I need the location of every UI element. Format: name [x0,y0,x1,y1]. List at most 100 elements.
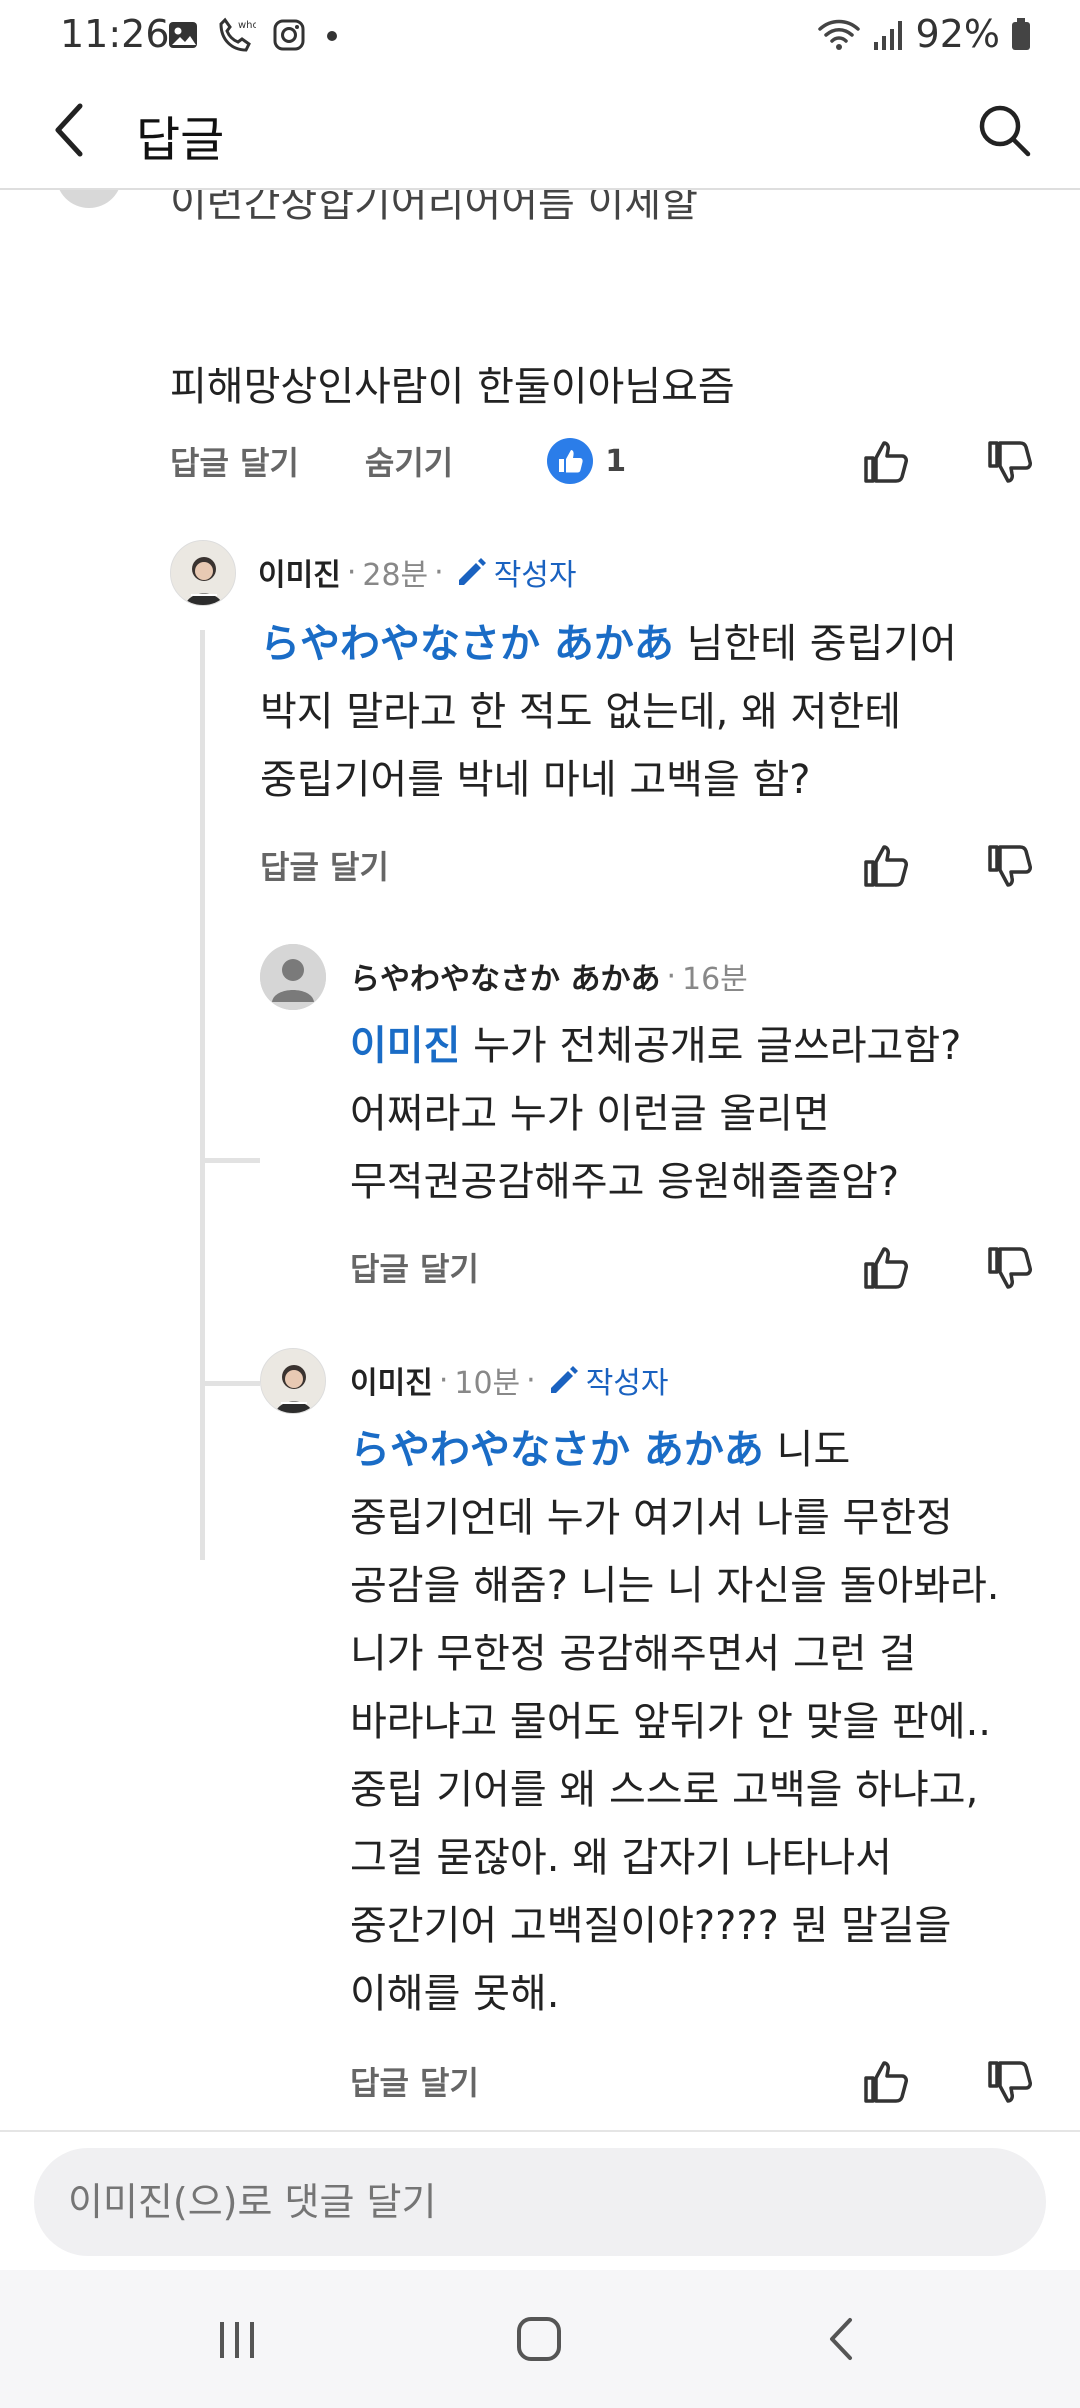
avatar[interactable] [170,540,236,606]
status-bar: 11:26 who 92% [0,0,1080,72]
avatar[interactable] [260,944,326,1010]
search-icon [979,105,1031,157]
reply-meta: 이미진 · 10분 · 작성자 [350,1358,669,1402]
mention-link[interactable]: らやわやなさか あかあ [260,621,674,667]
user-photo-icon [171,541,235,605]
reply-button[interactable]: 답글 달기 [350,2058,479,2104]
dislike-button[interactable] [980,2052,1040,2112]
parent-action-row: 답글 달기 숨기기 1 [170,426,1050,496]
header: 답글 [0,72,1080,190]
reply-line: 이미진 누가 전체공개로 글쓰라고함? [350,1012,1070,1080]
reply-line: らやわやなさか あかあ 님한테 중립기어 [260,610,1060,678]
reply-line: 그걸 묻잖아. 왜 갑자기 나타나서 [350,1835,892,1881]
user-photo-icon [261,1349,325,1413]
reply-line-text: 님한테 중립기어 [686,621,957,667]
comment-input-area [0,2130,1080,2270]
like-button[interactable] [856,836,916,896]
mention-link[interactable]: らやわやなさか あかあ [350,1427,764,1473]
phone-who-icon: who [219,17,256,52]
like-button[interactable] [856,1238,916,1298]
chevron-left-icon [55,103,83,157]
recent-apps-button[interactable] [202,2304,272,2374]
mention-link[interactable]: 이미진 [350,1023,460,1069]
hide-button[interactable]: 숨기기 [365,438,453,484]
like-button[interactable] [856,2052,916,2112]
reply-line-text: 니도 [776,1427,851,1473]
timestamp: 16분 [682,962,748,997]
separator: · [438,1362,449,1398]
reply-line-text: 누가 전체공개로 글쓰라고함? [473,1023,962,1069]
author-badge-label: 작성자 [493,558,577,593]
thumbs-up-icon [864,1247,908,1289]
reply-button[interactable]: 답글 달기 [350,1244,479,1290]
dislike-button[interactable] [980,432,1040,492]
reply-line: 무적권공감해주고 응원해줄줄암? [350,1159,900,1205]
search-button[interactable] [972,98,1036,162]
default-user-icon [260,944,326,1010]
reply-line: 중간기어 고백질이야???? 뭔 말길을 [350,1903,952,1949]
thread-line-vertical [200,630,205,1560]
battery-icon [1012,18,1030,50]
reply-action-row: 답글 달기 [260,830,389,900]
reply-action-row: 답글 달기 [350,1232,479,1302]
reply-line: 중립기어를 박네 마네 고백을 함? [260,757,811,803]
reply-text: 이미진 누가 전체공개로 글쓰라고함? 어쩌라고 누가 이런글 올리면 무적권공… [350,1012,1070,1216]
author-name[interactable]: らやわやなさか あかあ [350,954,660,998]
reply-action-row: 답글 달기 [350,2046,479,2116]
thread-line-branch-1 [200,1158,260,1163]
parent-comment-text: 피해망상인사람이 한둘이아님요즘 [170,364,735,410]
reply-line: 이해를 못해. [350,1971,560,2017]
instagram-icon [273,19,305,51]
reply-line: 바라냐고 물어도 앞뒤가 안 맞을 판에.. [350,1699,992,1745]
thumbs-down-icon [988,2061,1032,2103]
author-name[interactable]: 이미진 [258,550,341,594]
wifi-icon [817,19,860,50]
like-count: 1 [605,443,627,479]
separator: · [346,554,357,590]
thumbs-up-icon [864,2061,908,2103]
signal-icon [873,21,902,50]
reply-line: らやわやなさか あかあ 니도 [350,1416,1070,1484]
notification-icons: who [166,16,342,54]
reply-line: 공감을 해줌? 니는 니 자신을 돌아봐라. [350,1563,1000,1609]
back-button[interactable] [40,100,100,160]
comment-input[interactable] [34,2148,1046,2256]
svg-text:who: who [238,20,256,31]
like-count-badge: 1 [547,438,626,484]
back-arrow-icon [830,2318,852,2360]
thumbs-down-icon [988,845,1032,887]
pencil-icon [550,1366,578,1393]
thumbs-up-icon [864,441,908,483]
reply-line: 어쩌라고 누가 이런글 올리면 [350,1091,830,1137]
reply-button[interactable]: 답글 달기 [260,842,389,888]
home-button[interactable] [504,2304,574,2374]
gallery-icon [169,22,197,48]
parent-avatar [56,190,122,208]
separator: · [434,554,444,590]
parent-comment-cut-line: 이런간장합기어리어어름 이제할 [170,190,698,226]
like-button[interactable] [856,432,916,492]
system-icons: 92% [816,12,1032,56]
timestamp: 10분 [454,1366,521,1401]
thread-line-branch-2 [200,1381,260,1386]
reply-text: らやわやなさか あかあ 니도 중립기언데 누가 여기서 나를 무한정 공감을 해… [350,1416,1070,2028]
reply-meta: らやわやなさか あかあ · 16분 [350,954,748,998]
reply-button[interactable]: 답글 달기 [170,438,299,484]
reply-line: 중립기언데 누가 여기서 나를 무한정 [350,1495,953,1541]
thumbs-up-icon [864,845,908,887]
dislike-button[interactable] [980,836,1040,896]
author-badge: 작성자 [546,1358,669,1402]
separator: · [666,958,676,994]
system-nav-bar [0,2270,1080,2408]
blue-thumbs-up-icon [547,438,594,484]
page-title: 답글 [136,112,225,168]
back-nav-button[interactable] [808,2304,878,2374]
timestamp: 28분 [362,558,429,593]
dislike-button[interactable] [980,1238,1040,1298]
avatar[interactable] [260,1348,326,1414]
comment-thread[interactable]: 이런간장합기어리어어름 이제할 피해망상인사람이 한둘이아님요즘 답글 달기 숨… [0,190,1080,2130]
author-name[interactable]: 이미진 [350,1358,433,1402]
reply-line: 니가 무한정 공감해주면서 그런 걸 [350,1631,917,1677]
home-icon [517,2317,561,2361]
recent-apps-icon [220,2322,254,2358]
